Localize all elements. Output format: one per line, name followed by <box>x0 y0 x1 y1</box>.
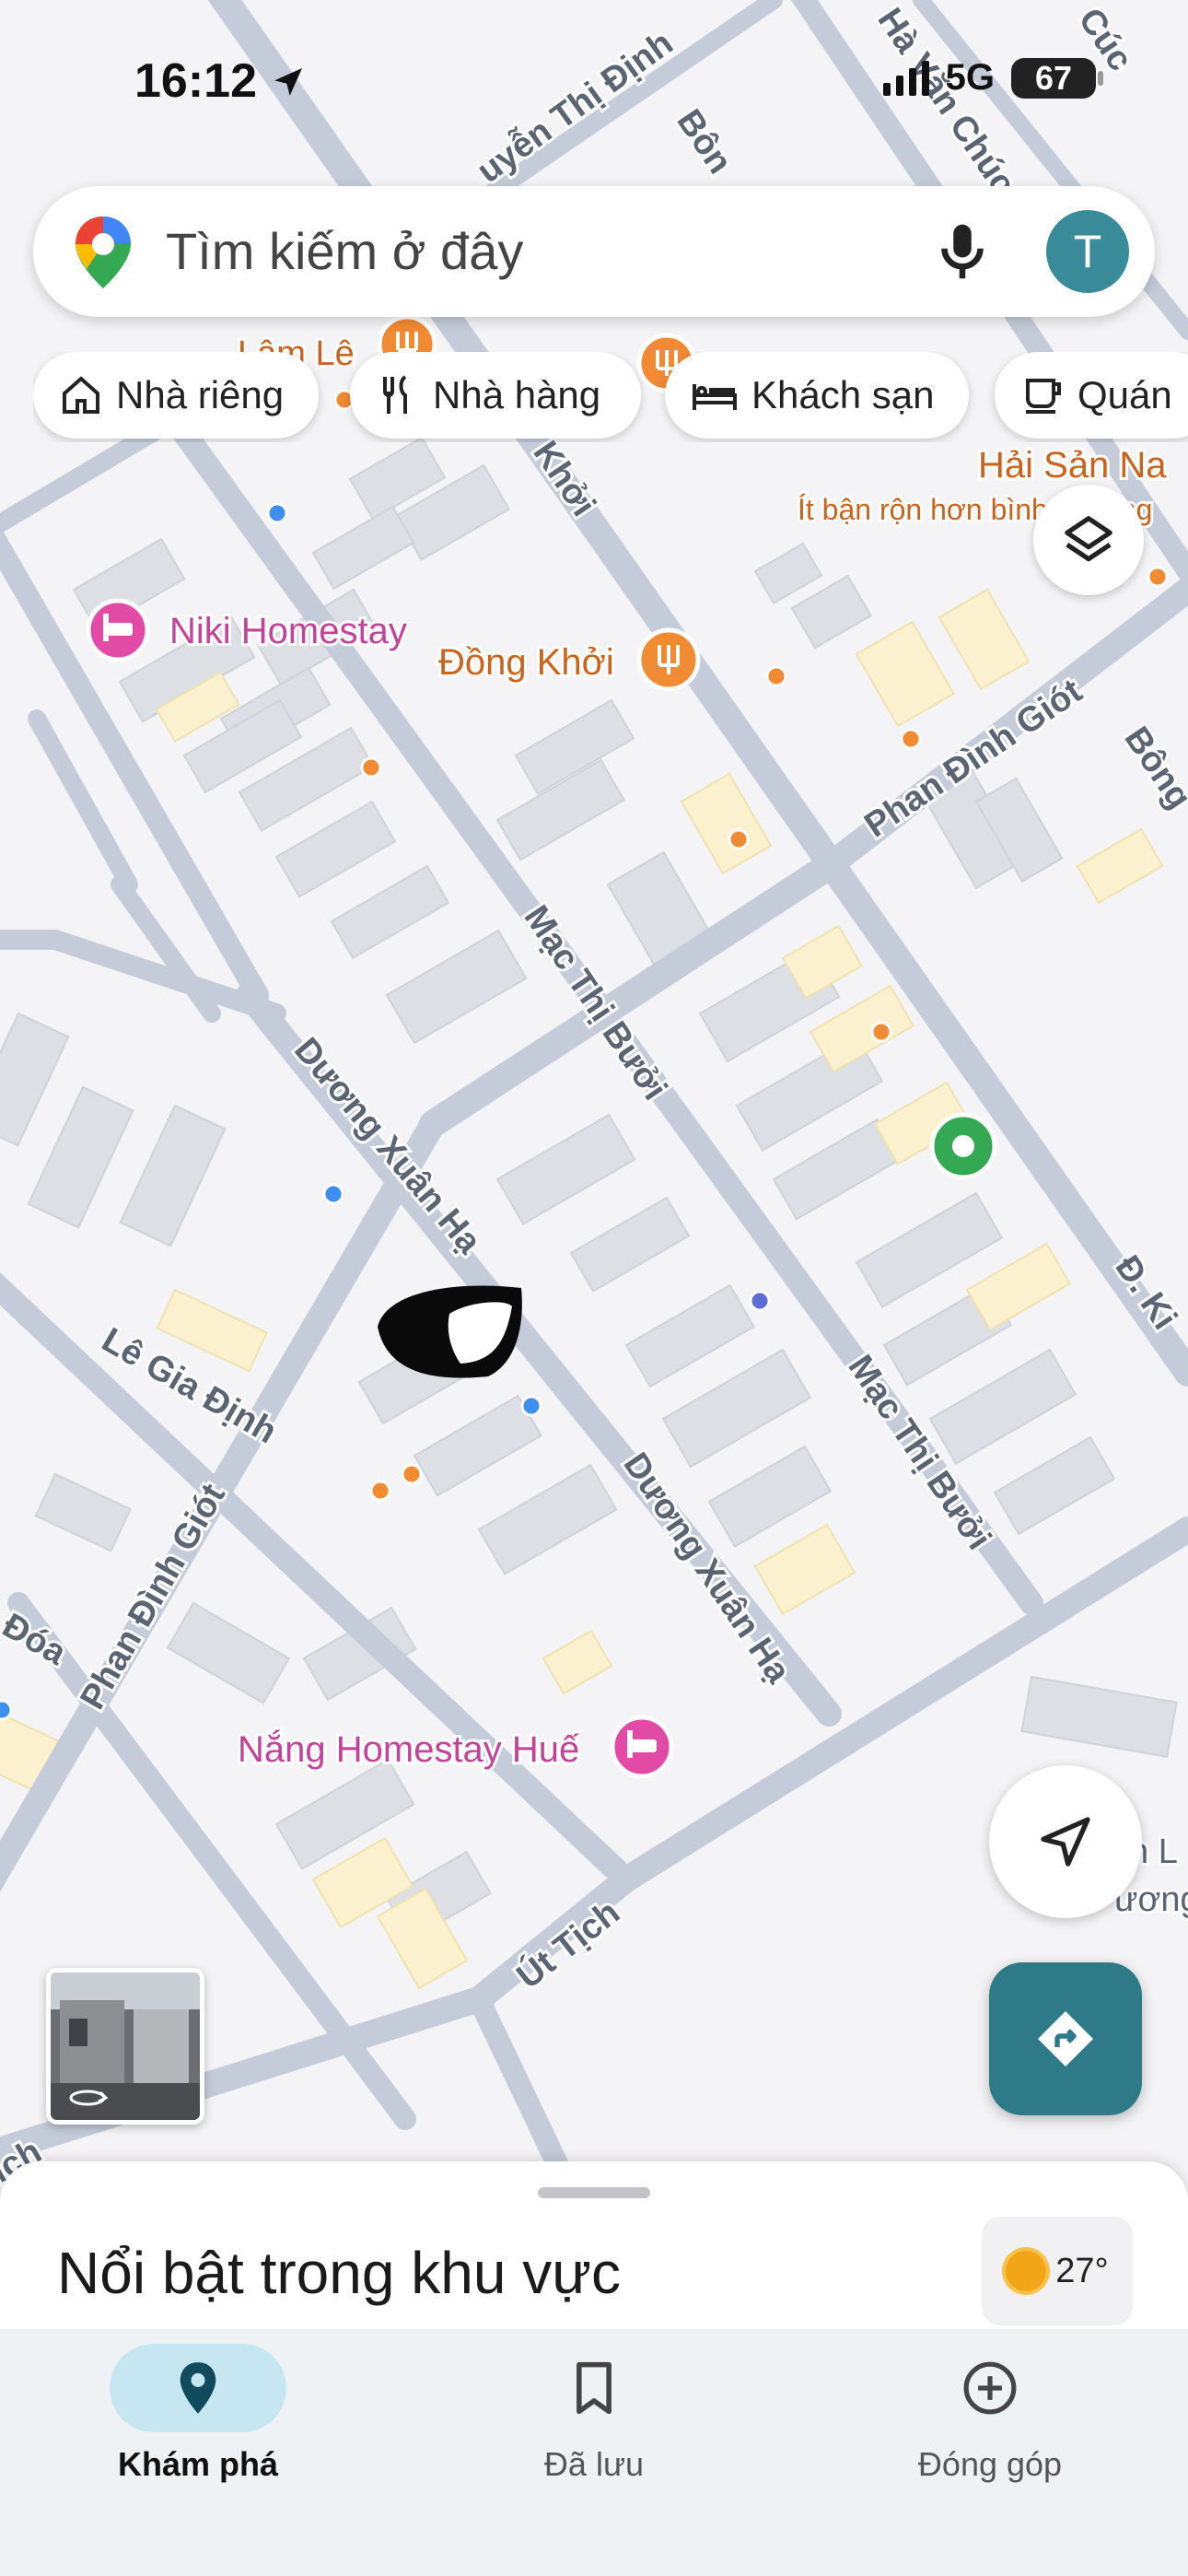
cellular-signal-icon <box>882 60 929 96</box>
bookmark-icon <box>577 2361 611 2415</box>
category-chips: Nhà riêng Nhà hàng Khách sạn Quán <box>33 352 1188 442</box>
place-label-dong-khoi[interactable]: Đồng Khởi <box>436 639 617 685</box>
status-time-text: 16:12 <box>134 54 257 108</box>
my-location-button[interactable] <box>989 1765 1142 1918</box>
layers-icon <box>1065 516 1112 562</box>
restaurant-pin-icon[interactable] <box>636 627 701 692</box>
nav-contribute-label: Đóng góp <box>917 2445 1063 2483</box>
chip-restaurants-label: Nhà hàng <box>433 373 601 416</box>
add-circle-icon <box>963 2361 1017 2415</box>
weather-chip[interactable]: 27° <box>982 2217 1133 2325</box>
account-avatar[interactable]: T <box>1046 210 1129 293</box>
nav-contribute-pill <box>902 2344 1078 2432</box>
street-view-thumbnail[interactable] <box>46 1968 204 2125</box>
place-label-hai-san-na[interactable]: Hải Sản Na <box>975 442 1170 488</box>
place-label-niki-homestay[interactable]: Niki Homestay <box>167 608 410 654</box>
search-input[interactable]: Tìm kiếm ở đây <box>166 221 523 281</box>
chip-home-label: Nhà riêng <box>116 373 285 416</box>
green-place-pin-icon[interactable] <box>929 1112 997 1180</box>
hotel-pin-icon[interactable] <box>86 598 150 662</box>
chip-cafe-label: Quán <box>1077 373 1172 416</box>
avatar-letter: T <box>1073 226 1102 277</box>
directions-icon <box>1038 2011 1093 2067</box>
chip-restaurants[interactable]: Nhà hàng <box>350 352 641 439</box>
nav-explore-label: Khám phá <box>117 2445 279 2483</box>
sheet-title: Nổi bật trong khu vực <box>57 2240 622 2306</box>
layers-button[interactable] <box>1033 485 1144 595</box>
nav-saved-label: Đã lưu <box>543 2445 645 2483</box>
explore-pin-icon <box>180 2362 216 2414</box>
place-label-nang-homestay[interactable]: Nắng Homestay Huế <box>235 1726 582 1773</box>
chip-hotels[interactable]: Khách sạn <box>665 352 969 439</box>
chip-cafe[interactable]: Quán <box>995 352 1188 439</box>
search-bar[interactable]: Tìm kiếm ở đây T <box>33 186 1155 317</box>
explore-bottom-sheet[interactable]: Nổi bật trong khu vực 27° <box>0 2161 1188 2336</box>
nav-saved-pill <box>506 2344 682 2432</box>
nav-saved[interactable]: Đã lưu <box>396 2329 792 2513</box>
sheet-drag-handle[interactable] <box>538 2187 650 2198</box>
chip-hotels-label: Khách sạn <box>751 373 935 416</box>
google-maps-logo-icon <box>76 217 131 288</box>
location-arrow-icon <box>274 68 303 96</box>
temperature: 27° <box>1055 2251 1109 2290</box>
hotel-icon <box>693 384 737 410</box>
network-type: 5G <box>945 57 995 98</box>
battery-icon: 67 <box>1011 57 1103 99</box>
cafe-icon <box>1026 379 1061 414</box>
microphone-icon[interactable] <box>926 216 998 287</box>
sun-icon <box>1006 2251 1047 2291</box>
status-indicators: 5G 67 <box>882 57 1103 99</box>
status-time: 16:12 <box>134 53 307 109</box>
bottom-navigation: Khám phá Đã lưu Đóng góp <box>0 2329 1188 2576</box>
hotel-pin-icon[interactable] <box>610 1715 674 1779</box>
nav-explore[interactable]: Khám phá <box>0 2329 396 2513</box>
chip-home[interactable]: Nhà riêng <box>33 352 319 439</box>
directions-button[interactable] <box>989 1962 1142 2115</box>
battery-level: 67 <box>1034 58 1073 97</box>
nav-explore-pill <box>110 2344 286 2432</box>
navigation-arrow-icon <box>1041 1817 1090 1867</box>
home-icon <box>63 376 99 414</box>
nav-contribute[interactable]: Đóng góp <box>792 2329 1188 2513</box>
restaurant-icon <box>383 375 407 414</box>
